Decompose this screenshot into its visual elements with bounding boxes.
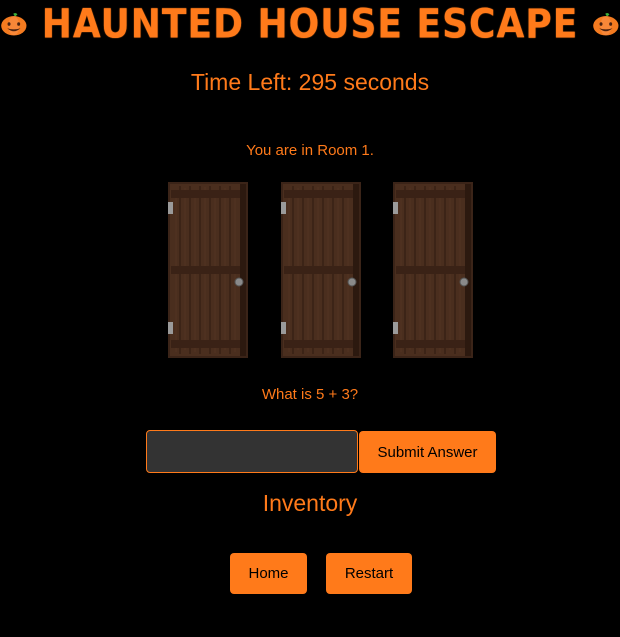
door-icon bbox=[281, 182, 361, 358]
restart-button[interactable]: Restart bbox=[326, 553, 412, 594]
door-2[interactable] bbox=[281, 182, 361, 358]
title-bar: HAUNTED HOUSE ESCAPE bbox=[0, 0, 620, 48]
answer-input[interactable] bbox=[146, 430, 358, 473]
room-status: You are in Room 1. bbox=[246, 142, 374, 159]
puzzle-question: What is 5 + 3? bbox=[261, 386, 359, 403]
timer-seconds: 295 bbox=[298, 69, 338, 95]
timer-label: Time Left: bbox=[190, 69, 293, 95]
game-title: HAUNTED HOUSE ESCAPE bbox=[41, 1, 579, 47]
submit-answer-button[interactable]: Submit Answer bbox=[359, 431, 496, 473]
home-button[interactable]: Home bbox=[230, 553, 307, 594]
pumpkin-icon bbox=[1, 12, 27, 36]
pumpkin-icon bbox=[593, 12, 619, 36]
door-icon bbox=[393, 182, 473, 358]
door-1[interactable] bbox=[168, 182, 248, 358]
inventory-title: Inventory bbox=[262, 490, 358, 516]
door-row bbox=[0, 182, 620, 358]
door-3[interactable] bbox=[393, 182, 473, 358]
timer: Time Left: 295 seconds bbox=[0, 69, 620, 96]
door-icon bbox=[168, 182, 248, 358]
timer-unit: seconds bbox=[343, 69, 430, 95]
